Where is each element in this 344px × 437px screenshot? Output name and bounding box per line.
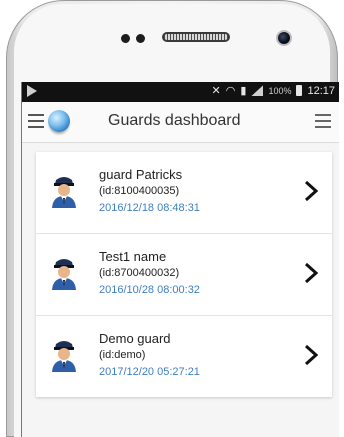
guard-id: (id:demo) <box>99 349 146 361</box>
guard-timestamp: 2016/10/28 08:00:32 <box>99 284 200 296</box>
sim-icon: ▮ <box>240 85 247 97</box>
guard-timestamp: 2017/12/20 05:27:21 <box>99 366 200 378</box>
guard-avatar-icon <box>50 256 78 290</box>
guard-id: (id:8100400035) <box>99 185 180 197</box>
battery-icon <box>296 85 303 96</box>
notification-play-icon <box>27 85 37 97</box>
sensor-dots <box>121 34 149 44</box>
guards-list: guard Patricks (id:8100400035) 2016/12/1… <box>36 152 332 397</box>
guard-id: (id:8700400032) <box>99 267 180 279</box>
status-bar: ✕ ◠ ▮ 100% 12:17 <box>22 82 339 102</box>
clock: 12:17 <box>307 84 335 97</box>
phone-frame: ✕ ◠ ▮ 100% 12:17 Guards dashboard guard … <box>0 0 344 437</box>
guard-avatar-icon <box>50 338 78 372</box>
screen: ✕ ◠ ▮ 100% 12:17 Guards dashboard guard … <box>21 82 339 437</box>
front-camera <box>276 30 292 46</box>
chevron-right-icon[interactable] <box>304 262 318 284</box>
page-title: Guards dashboard <box>108 112 241 129</box>
guard-timestamp: 2016/12/18 08:48:31 <box>99 202 200 214</box>
hamburger-menu-icon[interactable] <box>28 114 44 128</box>
mute-icon: ✕ <box>211 85 221 97</box>
signal-icon <box>251 85 264 96</box>
chevron-right-icon[interactable] <box>304 180 318 202</box>
app-bar: Guards dashboard <box>22 102 339 143</box>
earpiece-speaker <box>162 32 230 42</box>
guard-name: Test1 name <box>99 249 167 264</box>
guard-row[interactable]: Test1 name (id:8700400032) 2016/10/28 08… <box>36 234 332 316</box>
guards-list-area: guard Patricks (id:8100400035) 2016/12/1… <box>22 143 339 437</box>
guard-name: guard Patricks <box>99 167 183 182</box>
guard-name: Demo guard <box>99 331 171 346</box>
overflow-menu-icon[interactable] <box>315 114 331 128</box>
wifi-icon: ◠ <box>225 85 236 97</box>
guard-row[interactable]: Demo guard (id:demo) 2017/12/20 05:27:21 <box>36 316 332 397</box>
battery-percent: 100% <box>268 85 292 96</box>
guard-row[interactable]: guard Patricks (id:8100400035) 2016/12/1… <box>36 152 332 234</box>
chevron-right-icon[interactable] <box>304 344 318 366</box>
guard-avatar-icon <box>50 174 78 208</box>
status-icons: ✕ ◠ ▮ 100% 12:17 <box>211 84 335 98</box>
globe-icon <box>48 110 70 132</box>
